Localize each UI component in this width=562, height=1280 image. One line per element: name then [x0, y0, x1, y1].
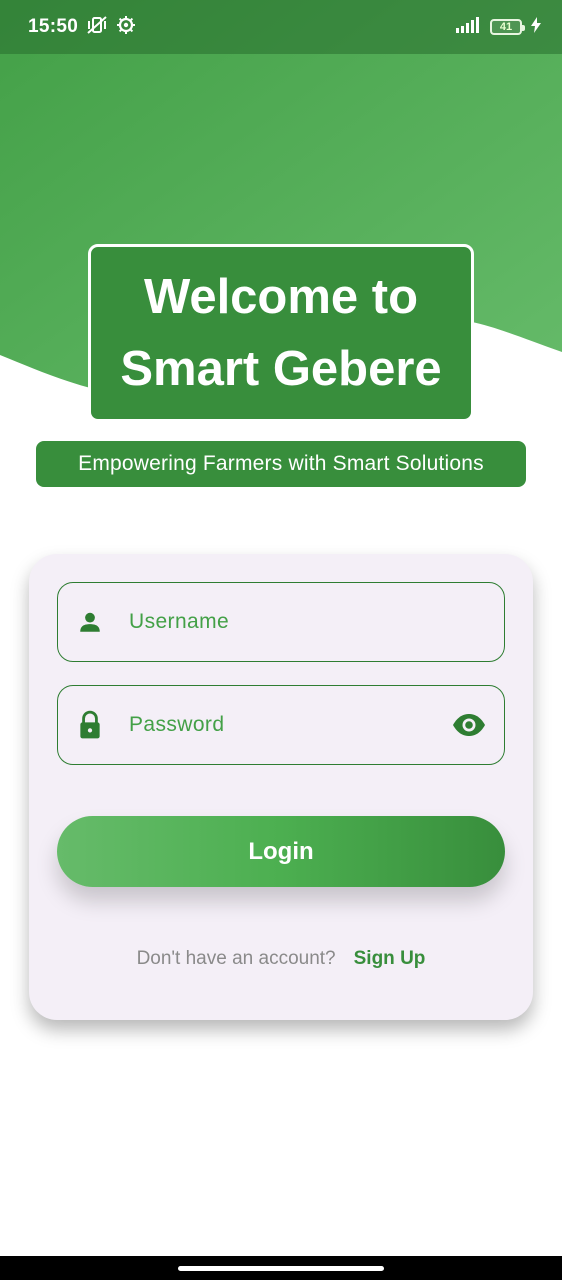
welcome-banner: Welcome to Smart Gebere: [88, 244, 474, 422]
welcome-title-line1: Welcome to: [143, 270, 419, 324]
battery-icon: 41: [490, 19, 525, 35]
vibrate-mute-icon: [86, 15, 108, 40]
signup-prompt: Don't have an account?: [136, 948, 336, 969]
signup-row: Don't have an account? Sign Up: [29, 944, 533, 974]
tagline-text: Empowering Farmers with Smart Solutions: [78, 452, 484, 475]
settings-gear-icon: [116, 15, 136, 40]
signal-icon: [456, 16, 482, 38]
eye-icon[interactable]: [452, 711, 486, 739]
username-field[interactable]: Username: [57, 582, 505, 662]
person-icon: [76, 608, 104, 636]
password-field[interactable]: Password: [57, 685, 505, 765]
status-bar: 15:50 41: [0, 0, 562, 54]
battery-level: 41: [499, 20, 513, 33]
charging-bolt-icon: [530, 16, 542, 38]
password-input[interactable]: Password: [129, 713, 452, 737]
status-time: 15:50: [28, 16, 79, 37]
tagline-banner: Empowering Farmers with Smart Solutions: [36, 441, 526, 487]
welcome-title-line2: Smart Gebere: [120, 342, 442, 396]
login-card: Username Password Login Don't have an ac…: [29, 554, 533, 1020]
signup-link[interactable]: Sign Up: [354, 948, 426, 970]
home-indicator[interactable]: [178, 1266, 384, 1271]
login-button[interactable]: Login: [57, 816, 505, 887]
username-input[interactable]: Username: [129, 610, 486, 634]
lock-icon: [76, 710, 104, 739]
